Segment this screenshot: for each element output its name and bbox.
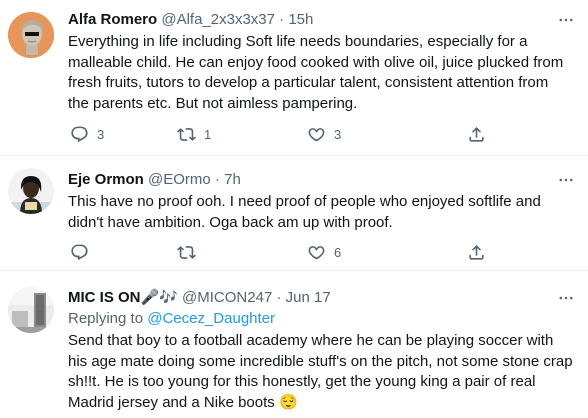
avatar[interactable] <box>8 287 54 333</box>
share-icon <box>469 126 484 142</box>
tweet-header: Eje Ormon @EOrmo · 7h <box>68 170 548 190</box>
reply-count: 3 <box>97 126 105 142</box>
more-options-button[interactable] <box>556 288 576 308</box>
retweet-count: 1 <box>204 126 212 142</box>
like-count: 6 <box>334 244 342 260</box>
reply-button[interactable] <box>70 241 97 263</box>
author-name[interactable]: Alfa Romero <box>68 11 157 28</box>
like-icon <box>308 127 325 141</box>
author-handle[interactable]: @Alfa_2x3x3x37 <box>161 11 275 28</box>
share-icon <box>469 244 484 260</box>
tweet-alfa-romero[interactable]: Alfa Romero @Alfa_2x3x3x37 · 15h Everyth… <box>0 0 588 155</box>
more-options-button[interactable] <box>556 170 576 190</box>
author-handle[interactable]: @EOrmo <box>148 171 211 188</box>
like-icon <box>308 245 325 259</box>
tweet-actions: 6 <box>62 241 502 263</box>
share-button[interactable] <box>467 123 486 145</box>
tweet-actions: 3 1 3 <box>62 123 502 145</box>
share-button[interactable] <box>467 241 486 263</box>
like-button[interactable]: 6 <box>307 241 341 263</box>
author-name[interactable]: MIC IS ON🎤🎶 <box>68 289 178 306</box>
replying-prefix: Replying to <box>68 310 144 327</box>
avatar[interactable] <box>8 12 54 58</box>
avatar[interactable] <box>8 168 54 214</box>
retweet-button[interactable]: 1 <box>177 123 211 145</box>
replying-to-handle[interactable]: @Cecez_Daughter <box>147 310 275 327</box>
reply-icon <box>71 126 88 142</box>
tweet-text: This have no proof ooh. I need proof of … <box>68 193 541 231</box>
tweet-text: Send that boy to a football academy wher… <box>68 332 573 411</box>
retweet-button[interactable] <box>177 241 204 263</box>
author-name[interactable]: Eje Ormon <box>68 171 144 188</box>
reply-button[interactable]: 3 <box>70 123 104 145</box>
separator-dot: · <box>276 289 282 306</box>
reply-icon <box>71 244 88 260</box>
tweet-time[interactable]: 7h <box>224 171 241 188</box>
tweet-time[interactable]: 15h <box>288 11 313 28</box>
like-count: 3 <box>334 126 342 142</box>
like-button[interactable]: 3 <box>307 123 341 145</box>
separator-dot: · <box>279 11 285 28</box>
retweet-icon <box>177 245 196 259</box>
more-icon <box>559 18 573 22</box>
retweet-icon <box>177 127 196 141</box>
separator-dot: · <box>214 171 220 188</box>
more-icon <box>559 178 573 182</box>
tweet-text: Everything in life including Soft life n… <box>68 33 564 112</box>
more-options-button[interactable] <box>556 10 576 30</box>
tweet-header: MIC IS ON🎤🎶 @MICON247 · Jun 17 <box>68 288 548 308</box>
replying-to: Replying to @Cecez_Daughter <box>68 309 275 329</box>
tweet-eje-ormon[interactable]: Eje Ormon @EOrmo · 7h This have no proof… <box>0 156 588 270</box>
tweet-header: Alfa Romero @Alfa_2x3x3x37 · 15h <box>68 10 548 30</box>
author-handle[interactable]: @MICON247 <box>182 289 272 306</box>
tweet-time[interactable]: Jun 17 <box>286 289 331 306</box>
tweet-mic-is-on[interactable]: MIC IS ON🎤🎶 @MICON247 · Jun 17 Replying … <box>0 271 588 418</box>
more-icon <box>559 296 573 300</box>
